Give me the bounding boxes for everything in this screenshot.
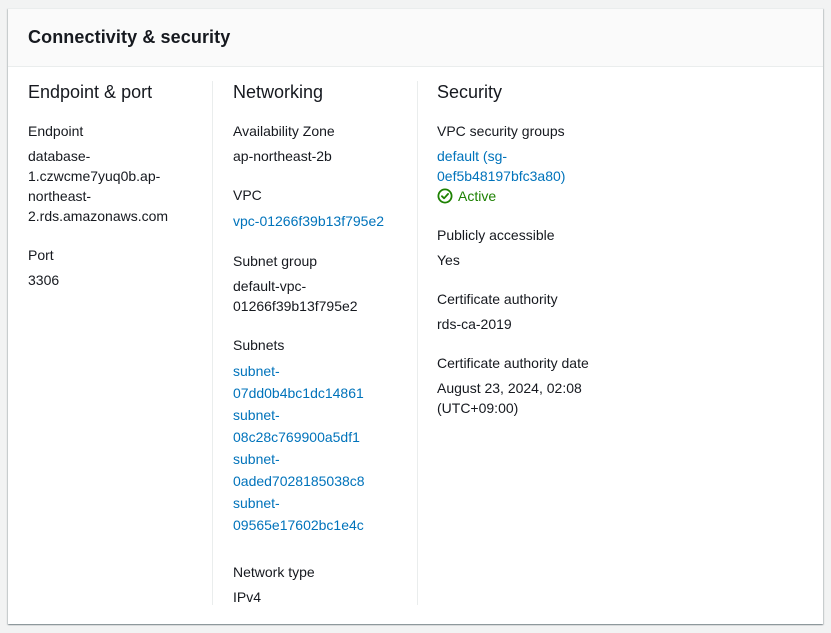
security-group-link-line: default (sg-: [437, 148, 508, 164]
subnets-label: Subnets: [233, 337, 285, 353]
port-label: Port: [28, 247, 54, 263]
publicly-accessible-field: Publicly accessible Yes: [437, 225, 697, 270]
publicly-accessible-label: Publicly accessible: [437, 227, 555, 243]
network-type-label: Network type: [233, 564, 315, 580]
subnet-link-line: 07dd0b4bc1dc14861: [233, 385, 364, 401]
subnets-field: Subnets subnet- 07dd0b4bc1dc14861 subnet…: [233, 335, 418, 536]
security-group-link[interactable]: default (sg- 0ef5b48197bfc3a80): [437, 146, 697, 186]
subnet-link[interactable]: subnet- 07dd0b4bc1dc14861: [233, 360, 418, 404]
panel-columns: Endpoint & port Endpoint database- 1.czw…: [8, 67, 823, 607]
network-type-field: Network type IPv4: [233, 562, 418, 607]
subnet-group-line: 01266f39b13f795e2: [233, 298, 358, 314]
panel-title: Connectivity & security: [28, 27, 231, 47]
certificate-authority-date-label: Certificate authority date: [437, 355, 589, 371]
security-group-status-text: Active: [458, 188, 497, 204]
subnet-link-line: subnet-: [233, 407, 280, 423]
subnet-link-line: 09565e17602bc1e4c: [233, 517, 364, 533]
endpoint-value-line: 1.czwcme7yuq0b.ap-: [28, 168, 161, 184]
port-value: 3306: [28, 272, 60, 288]
subnet-group-line: default-vpc-: [233, 278, 307, 294]
certificate-authority-label: Certificate authority: [437, 291, 558, 307]
certificate-authority-date-field: Certificate authority date August 23, 20…: [437, 353, 697, 418]
certificate-authority-date-line: (UTC+09:00): [437, 400, 519, 416]
subnet-link-line: subnet-: [233, 363, 280, 379]
vpc-security-groups-label: VPC security groups: [437, 123, 565, 139]
networking-heading: Networking: [233, 82, 324, 102]
endpoint-port-heading: Endpoint & port: [28, 82, 153, 102]
vpc-link[interactable]: vpc-01266f39b13f795e2: [233, 210, 418, 232]
port-field: Port 3306: [28, 245, 213, 290]
security-group-link-line: 0ef5b48197bfc3a80): [437, 168, 566, 184]
network-type-value: IPv4: [233, 589, 262, 605]
endpoint-value[interactable]: database- 1.czwcme7yuq0b.ap- northeast- …: [28, 146, 178, 226]
subnet-link-line: 08c28c769900a5df1: [233, 429, 360, 445]
publicly-accessible-value: Yes: [437, 252, 460, 268]
networking-column: Networking Availability Zone ap-northeas…: [233, 67, 418, 626]
vpc-label: VPC: [233, 187, 262, 203]
subnet-link-line: subnet-: [233, 451, 280, 467]
subnet-link-line: subnet-: [233, 495, 280, 511]
panel-header: Connectivity & security: [8, 9, 823, 67]
vpc-field: VPC vpc-01266f39b13f795e2: [233, 185, 418, 232]
security-heading: Security: [437, 82, 503, 102]
column-divider: [212, 81, 213, 605]
subnet-group-field: Subnet group default-vpc- 01266f39b13f79…: [233, 251, 418, 316]
availability-zone-value: ap-northeast-2b: [233, 148, 332, 164]
certificate-authority-field: Certificate authority rds-ca-2019: [437, 289, 697, 334]
subnet-group-label: Subnet group: [233, 253, 318, 269]
check-circle-icon: [437, 188, 453, 204]
endpoint-value-line: northeast-: [28, 188, 92, 204]
certificate-authority-date-line: August 23, 2024, 02:08: [437, 380, 582, 396]
endpoint-value-line: database-: [28, 148, 91, 164]
certificate-authority-value: rds-ca-2019: [437, 316, 512, 332]
endpoint-value-line: 2.rds.amazonaws.com: [28, 208, 169, 224]
security-column: Security VPC security groups default (sg…: [437, 67, 697, 437]
subnet-link-line: 0aded7028185038c8: [233, 473, 365, 489]
endpoint-port-column: Endpoint & port Endpoint database- 1.czw…: [28, 67, 213, 309]
column-divider: [417, 81, 418, 605]
endpoint-label: Endpoint: [28, 123, 84, 139]
availability-zone-field: Availability Zone ap-northeast-2b: [233, 121, 418, 166]
vpc-security-groups-field: VPC security groups default (sg- 0ef5b48…: [437, 121, 697, 206]
connectivity-security-panel: Connectivity & security Endpoint & port …: [8, 8, 823, 624]
subnet-link[interactable]: subnet- 08c28c769900a5df1: [233, 404, 418, 448]
availability-zone-label: Availability Zone: [233, 123, 335, 139]
subnet-link[interactable]: subnet- 09565e17602bc1e4c: [233, 492, 418, 536]
subnet-link[interactable]: subnet- 0aded7028185038c8: [233, 448, 418, 492]
security-group-status: Active: [437, 186, 697, 206]
certificate-authority-date-value: August 23, 2024, 02:08 (UTC+09:00): [437, 378, 697, 418]
endpoint-field: Endpoint database- 1.czwcme7yuq0b.ap- no…: [28, 121, 213, 226]
subnet-group-value: default-vpc- 01266f39b13f795e2: [233, 276, 418, 316]
